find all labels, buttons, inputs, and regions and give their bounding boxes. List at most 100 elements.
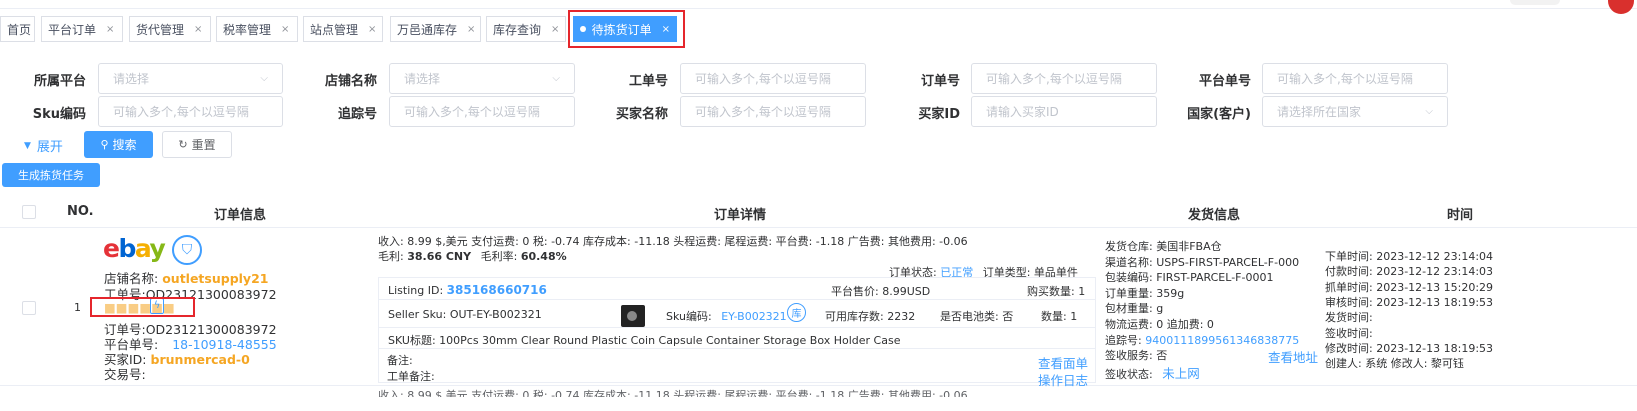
close-icon[interactable]: × — [194, 24, 202, 35]
battery-flag: 是否电池类: 否 — [940, 310, 1014, 323]
divider — [379, 299, 1095, 300]
listing-value[interactable]: 385168660716 — [447, 283, 547, 297]
tab-forwarder[interactable]: 货代管理 × — [129, 16, 211, 42]
close-icon[interactable]: × — [368, 24, 376, 35]
work-no-input[interactable]: 可输入多个,每个以逗号隔 — [680, 63, 866, 94]
buyer-id-input[interactable]: 请输入买家ID — [971, 96, 1157, 127]
tracking-value[interactable]: 940011189956134683877​5 — [1145, 334, 1299, 347]
trade-no-label: 交易号: — [104, 367, 146, 382]
tab-winit-stock[interactable]: 万邑通库存 × — [390, 16, 481, 42]
ship-package: 包装编码: FIRST-PARCEL-F-0001 — [1105, 271, 1274, 284]
filter-label: 工单号 — [628, 74, 668, 89]
table-header: NO. 订单信息 订单详情 发货信息 时间 — [0, 196, 1637, 228]
tab-tax[interactable]: 税率管理 × — [216, 16, 298, 42]
margin-label: 毛利率: — [480, 250, 518, 263]
sign-status-label: 签收状态: — [1105, 368, 1153, 381]
platform-no-input[interactable]: 可输入多个,每个以逗号隔 — [1262, 63, 1448, 94]
tab-label: 库存查询 — [493, 22, 542, 37]
expand-toggle[interactable]: ▼ 展开 — [24, 136, 63, 155]
filter-label: 店铺名称 — [324, 74, 377, 89]
reset-label: 重置 — [191, 138, 216, 152]
placeholder: 可输入多个,每个以逗号隔 — [695, 72, 831, 86]
header-order-detail: 订单详情 — [714, 208, 767, 223]
platform-price: 平台售价: 8.99USD — [831, 285, 931, 298]
filter-label: 买家名称 — [615, 107, 668, 122]
tab-label: 站点管理 — [310, 22, 359, 37]
sku-code-value[interactable]: EY-B002321 — [721, 310, 786, 323]
basket-icon: ⛉ — [172, 235, 202, 265]
refresh-icon: ↻ — [178, 138, 188, 151]
header-order-info: 订单信息 — [214, 208, 267, 223]
close-icon[interactable]: × — [551, 24, 559, 35]
buyer-id-value: brunmercad-0 — [150, 352, 250, 367]
quantity: 数量: 1 — [1041, 310, 1078, 323]
user-avatar[interactable] — [1608, 0, 1634, 14]
ship-pkg-weight: 包材重量: g — [1105, 302, 1164, 315]
tab-site[interactable]: 站点管理 × — [303, 16, 383, 42]
remark-label: 备注: — [387, 354, 413, 367]
operation-log-link[interactable]: 操作日志 — [1038, 370, 1088, 389]
sku-code-label: Sku编码: — [666, 310, 712, 323]
ship-sign-service: 签收服务: 否 — [1105, 349, 1168, 362]
placeholder: 可输入多个,每个以逗号隔 — [1277, 72, 1413, 86]
next-row-fees: 收入: 8.99 $,美元 支付运费: 0 税: -0.74 库存成本: -11… — [378, 389, 968, 397]
tab-platform-orders[interactable]: 平台订单 × — [41, 16, 123, 42]
listing-field: Listing ID: 385168660716 — [388, 283, 547, 297]
filter-label: 买家ID — [918, 107, 960, 122]
sku-title: SKU标题: 100Pcs 30mm Clear Round Plastic C… — [388, 334, 901, 347]
product-thumbnail[interactable] — [621, 305, 645, 327]
tab-stock-query[interactable]: 库存查询 × — [486, 16, 566, 42]
tab-home[interactable]: 首页 — [0, 16, 35, 42]
filter-label: 平台单号 — [1198, 74, 1251, 89]
ship-sign-status: 签收状态: 未上网 — [1105, 363, 1200, 382]
filter-label: Sku编码 — [32, 107, 86, 122]
platform-select[interactable]: 请选择 ⌵ — [98, 63, 283, 94]
search-label: 搜索 — [112, 138, 137, 152]
tracking-input[interactable]: 可输入多个,每个以逗号隔 — [389, 96, 575, 127]
highlight-box — [568, 10, 685, 48]
placeholder: 可输入多个,每个以逗号隔 — [986, 72, 1122, 86]
row-checkbox[interactable] — [22, 301, 36, 315]
filter-label: 追踪号 — [337, 107, 377, 122]
ship-weight: 订单重量: 359g — [1105, 287, 1185, 300]
search-icon: ⚲ — [100, 138, 109, 151]
order-time: 下单时间: 2023-12-12 23:14:04 — [1325, 250, 1494, 263]
tab-label: 平台订单 — [48, 22, 97, 37]
chevron-down-icon: ⌵ — [260, 73, 268, 84]
filter-label: 国家(客户) — [1187, 107, 1251, 122]
sku-input[interactable]: 可输入多个,每个以逗号隔 — [98, 96, 283, 127]
grab-time: 抓单时间: 2023-12-13 15:20:29 — [1325, 281, 1494, 294]
select-all-checkbox[interactable] — [22, 205, 36, 219]
reset-button[interactable]: ↻ 重置 — [162, 131, 232, 158]
close-icon[interactable]: × — [281, 24, 289, 35]
buyer-name-input[interactable]: 可输入多个,每个以逗号隔 — [680, 96, 866, 127]
pay-time: 付款时间: 2023-12-12 23:14:03 — [1325, 265, 1494, 278]
top-button[interactable] — [1510, 0, 1560, 5]
ship-tracking-field: 追踪号: 940011189956134683877​5 — [1105, 332, 1299, 348]
store-select[interactable]: 请选择 ⌵ — [389, 63, 575, 94]
profit-label: 毛利: — [378, 250, 404, 263]
available-stock: 可用库存数: 2232 — [825, 310, 916, 323]
buy-quantity: 购买数量: 1 — [1027, 285, 1086, 298]
placeholder: 请输入买家ID — [986, 105, 1059, 119]
close-icon[interactable]: × — [467, 24, 475, 35]
margin-value: 60.48% — [520, 250, 567, 263]
close-icon[interactable]: × — [106, 24, 114, 35]
header-ship-info: 发货信息 — [1188, 208, 1241, 223]
tab-label: 税率管理 — [223, 22, 272, 37]
country-select[interactable]: 请选择所在国家 ⌵ — [1262, 96, 1448, 127]
caret-down-icon: ▼ — [24, 140, 31, 151]
divider — [379, 327, 1095, 328]
search-button[interactable]: ⚲ 搜索 — [84, 131, 153, 158]
view-address-link[interactable]: 查看地址 — [1268, 347, 1318, 366]
modify-time: 修改时间: 2023-12-13 18:19:53 — [1325, 342, 1494, 355]
placeholder: 可输入多个,每个以逗号隔 — [695, 105, 831, 119]
tracking-label: 追踪号: — [1105, 334, 1142, 347]
profit-line: 毛利: 38.66 CNY 毛利率: 60.48% — [378, 248, 567, 264]
stock-badge-icon[interactable]: 库 — [787, 303, 806, 322]
tab-label: 货代管理 — [136, 22, 185, 37]
generate-pick-task-button[interactable]: 生成拣货任务 — [2, 163, 100, 187]
filter-label: 所属平台 — [33, 74, 86, 89]
chevron-down-icon: ⌵ — [1425, 106, 1433, 117]
order-no-input[interactable]: 可输入多个,每个以逗号隔 — [971, 63, 1157, 94]
